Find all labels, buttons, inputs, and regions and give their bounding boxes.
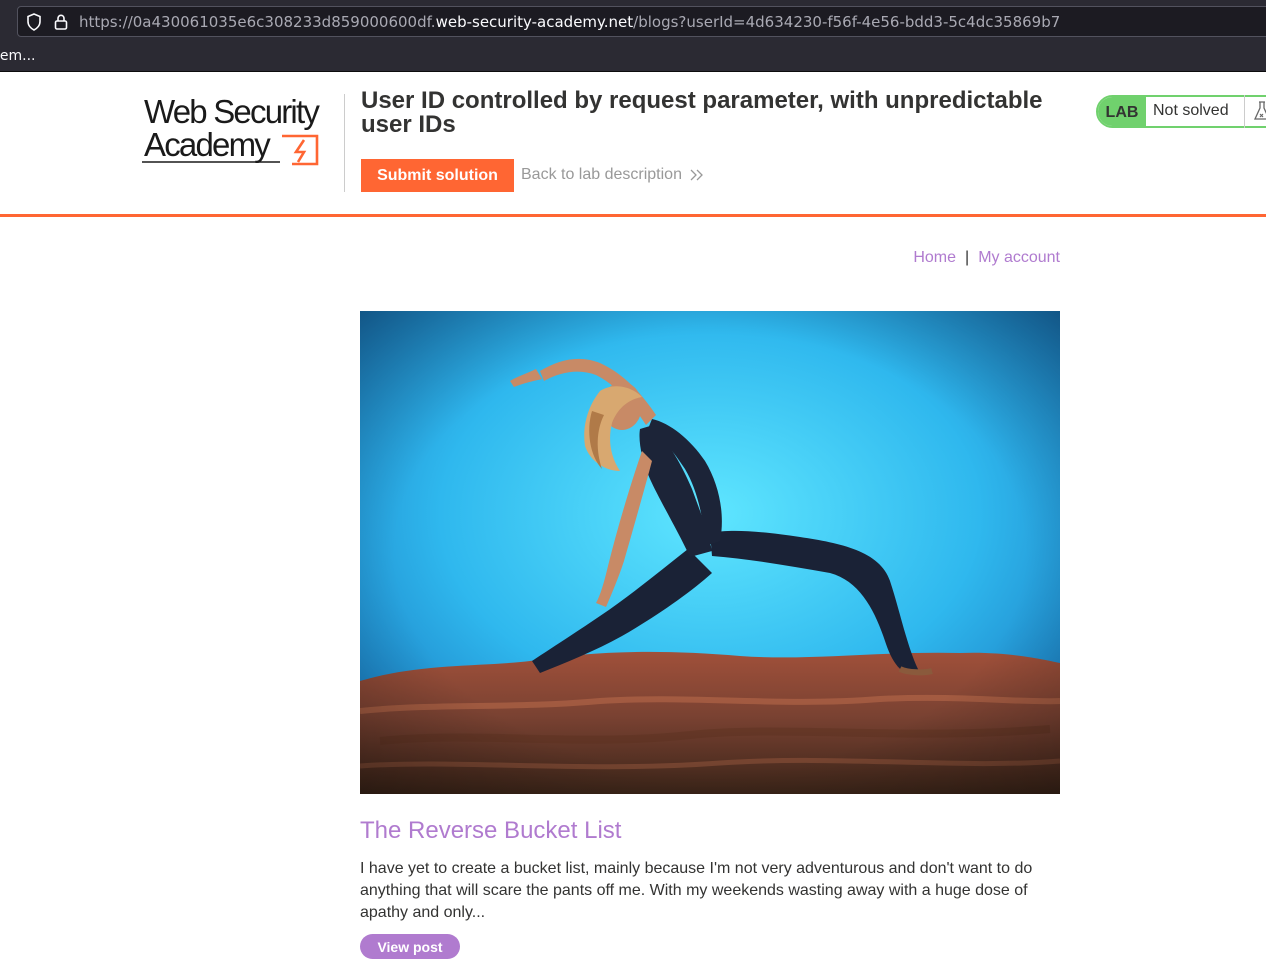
- lab-flask-button[interactable]: [1244, 95, 1266, 128]
- web-security-academy-logo[interactable]: Web Security Academy: [142, 94, 342, 166]
- logo-line1: Web Security: [144, 94, 320, 130]
- flask-icon: [1253, 101, 1266, 120]
- bookmark-item[interactable]: lem...: [0, 48, 36, 64]
- url-path: /blogs?userId=4d634230-f56f-4e56-bdd3-5c…: [633, 13, 1061, 31]
- url-text[interactable]: https://0a430061035e6c308233d859000600df…: [79, 13, 1060, 31]
- academy-header: Web Security Academy User ID controlled …: [0, 72, 1266, 217]
- nav-separator: |: [965, 249, 970, 266]
- post-title-link[interactable]: The Reverse Bucket List: [360, 817, 621, 845]
- shield-icon[interactable]: [26, 13, 42, 31]
- address-bar[interactable]: https://0a430061035e6c308233d859000600df…: [17, 6, 1266, 37]
- lab-title: User ID controlled by request parameter,…: [361, 87, 1043, 138]
- lab-status-widget: LAB Not solved: [1096, 95, 1266, 128]
- lock-icon[interactable]: [53, 13, 69, 31]
- home-link[interactable]: Home: [913, 249, 956, 266]
- back-to-lab-description-link[interactable]: Back to lab description: [521, 166, 682, 184]
- blog-post-image[interactable]: [360, 311, 1060, 794]
- logo-line2: Academy: [144, 126, 271, 163]
- browser-chrome: https://0a430061035e6c308233d859000600df…: [0, 0, 1266, 72]
- bookmarks-toolbar: lem...: [0, 38, 1266, 72]
- blog-post-photo: [360, 311, 1060, 794]
- view-post-button[interactable]: View post: [360, 934, 460, 959]
- my-account-link[interactable]: My account: [978, 249, 1060, 266]
- submit-solution-button[interactable]: Submit solution: [361, 159, 514, 192]
- lab-status-text: Not solved: [1153, 102, 1229, 119]
- logo-divider: [344, 94, 345, 192]
- top-nav: Home | My account: [880, 249, 1060, 267]
- lab-badge: LAB: [1098, 97, 1146, 126]
- double-chevron-right-icon[interactable]: [689, 168, 705, 182]
- url-prefix: https://0a430061035e6c308233d859000600df…: [79, 13, 436, 31]
- post-summary: I have yet to create a bucket list, main…: [360, 860, 1033, 921]
- url-host: web-security-academy.net: [435, 13, 634, 31]
